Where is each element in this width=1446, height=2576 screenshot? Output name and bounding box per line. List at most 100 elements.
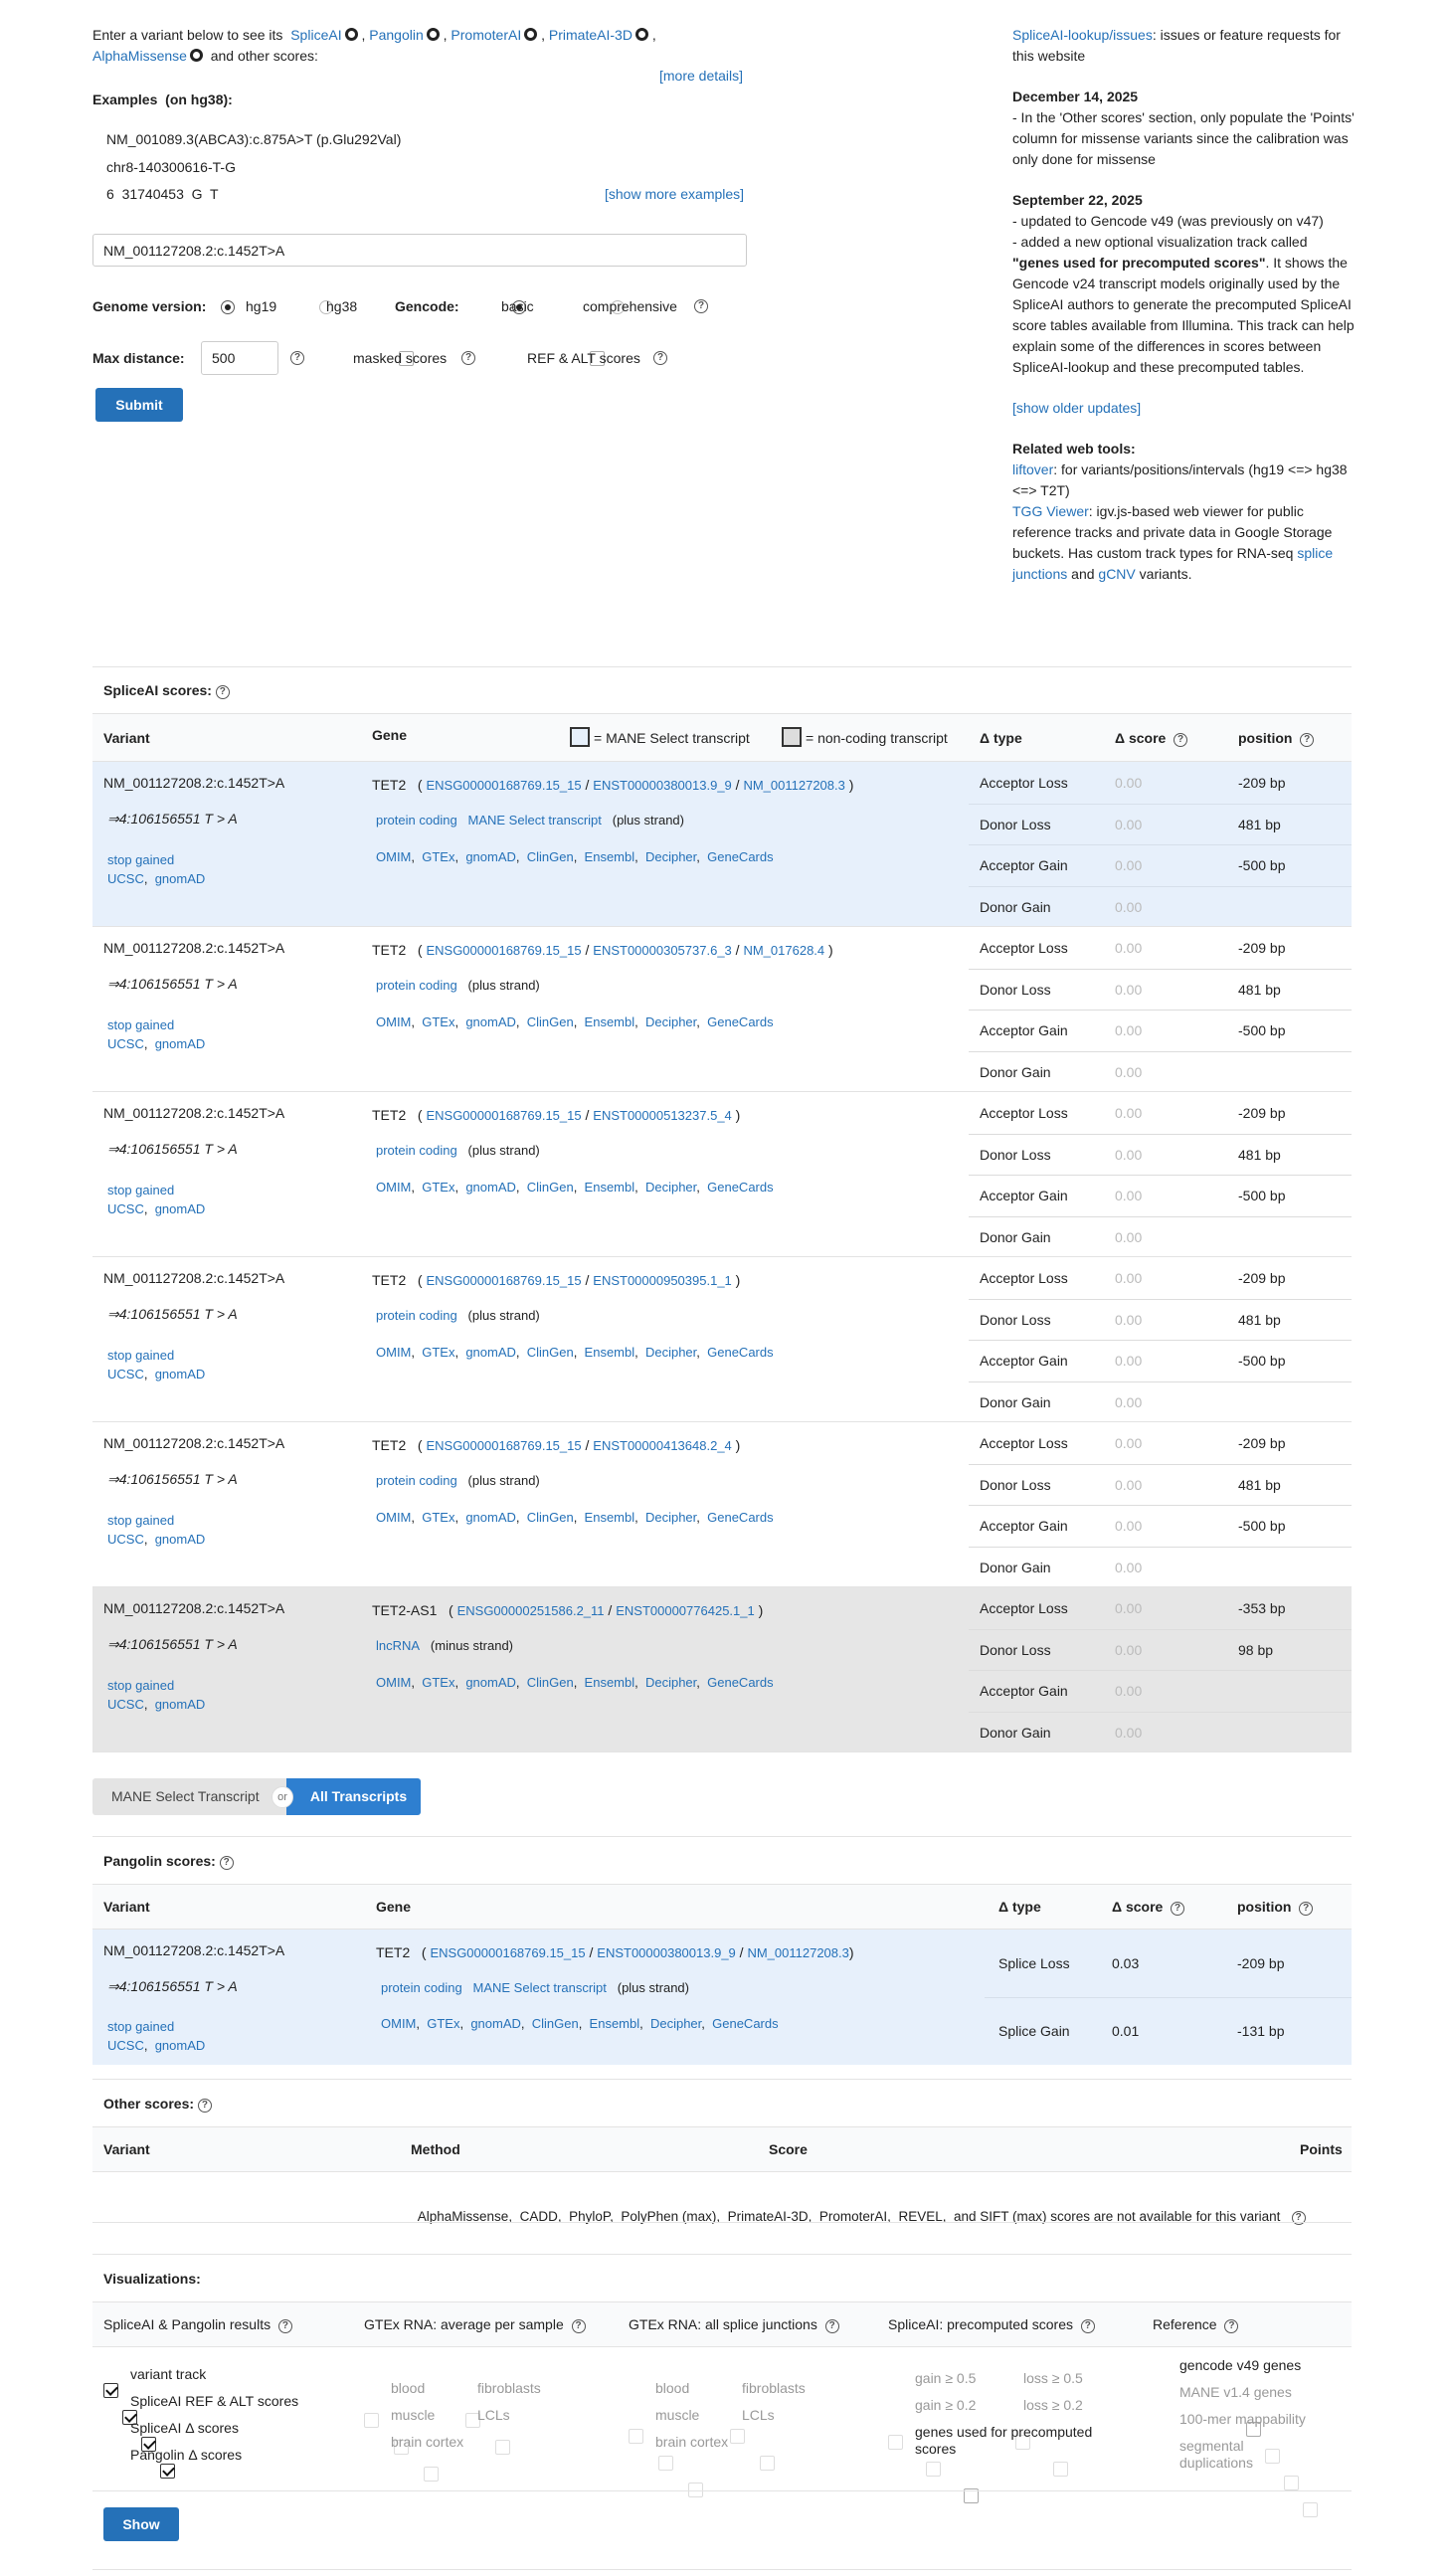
gene-link-clingen[interactable]: ClinGen (532, 2016, 579, 2031)
gene-link-ensembl[interactable]: Ensembl (585, 1014, 635, 1029)
gene-link-clingen[interactable]: ClinGen (527, 1510, 574, 1525)
show-older-updates-link[interactable]: [show older updates] (1012, 400, 1141, 416)
consequence-link[interactable]: stop gained (107, 2019, 174, 2034)
gene-link-clingen[interactable]: ClinGen (527, 849, 574, 864)
gene-link-decipher[interactable]: Decipher (645, 1675, 696, 1690)
ensg-link[interactable]: ENSG00000251586.2_11 (457, 1603, 605, 1618)
gene-link-gtex[interactable]: GTEx (422, 1510, 454, 1525)
help-icon[interactable]: ? (215, 685, 230, 699)
gene-link-decipher[interactable]: Decipher (645, 1014, 696, 1029)
help-icon[interactable]: ? (571, 2319, 586, 2333)
enst-link[interactable]: ENST00000413648.2_4 (593, 1438, 732, 1453)
help-icon[interactable]: ? (824, 2319, 839, 2333)
mane-select-toggle[interactable]: MANE Select Transcript (92, 1778, 286, 1815)
gene-link-clingen[interactable]: ClinGen (527, 1675, 574, 1690)
gene-link-omim[interactable]: OMIM (376, 849, 411, 864)
help-icon[interactable]: ? (219, 1856, 234, 1870)
more-details-link[interactable]: [more details] (659, 68, 743, 84)
help-icon[interactable]: ? (1300, 733, 1315, 747)
help-icon[interactable]: ? (277, 2319, 292, 2333)
ucsc-link[interactable]: UCSC (107, 2038, 144, 2053)
ucsc-link[interactable]: UCSC (107, 1532, 144, 1547)
consequence-link[interactable]: stop gained (107, 1678, 174, 1693)
help-icon[interactable]: ? (1080, 2319, 1095, 2333)
example-item[interactable]: 6 31740453 G T (106, 186, 219, 202)
gene-link-ensembl[interactable]: Ensembl (590, 2016, 640, 2031)
help-icon[interactable]: ? (653, 351, 667, 365)
ucsc-link[interactable]: UCSC (107, 1697, 144, 1712)
pangolin-link[interactable]: Pangolin (369, 27, 424, 43)
gene-link-genecards[interactable]: GeneCards (707, 1675, 773, 1690)
gnomad-link[interactable]: gnomAD (155, 871, 206, 886)
gene-link-clingen[interactable]: ClinGen (527, 1345, 574, 1360)
gene-link-gnomad[interactable]: gnomAD (465, 1180, 516, 1195)
gene-link-clingen[interactable]: ClinGen (527, 1180, 574, 1195)
brain-cortex-checkbox[interactable] (424, 2467, 439, 2482)
gene-link-gtex[interactable]: GTEx (427, 2016, 459, 2031)
tgg-viewer-link[interactable]: TGG Viewer (1012, 503, 1089, 519)
ensg-link[interactable]: ENSG00000168769.15_15 (430, 1945, 585, 1960)
gcnv-link[interactable]: gCNV (1098, 566, 1135, 582)
gene-link-gnomad[interactable]: gnomAD (465, 1014, 516, 1029)
consequence-link[interactable]: stop gained (107, 1513, 174, 1528)
gene-link-omim[interactable]: OMIM (381, 2016, 416, 2031)
gnomad-link[interactable]: gnomAD (155, 1697, 206, 1712)
nm-link[interactable]: NM_001127208.3 (743, 778, 844, 793)
help-icon[interactable]: ? (290, 351, 304, 365)
spliceai-link[interactable]: SpliceAI (290, 27, 341, 43)
gnomad-link[interactable]: gnomAD (155, 1367, 206, 1381)
gene-link-omim[interactable]: OMIM (376, 1510, 411, 1525)
show-button[interactable]: Show (103, 2507, 179, 2541)
liftover-link[interactable]: liftover (1012, 461, 1053, 477)
gene-link-ensembl[interactable]: Ensembl (585, 1675, 635, 1690)
consequence-link[interactable]: stop gained (107, 1017, 174, 1032)
gain-05-checkbox[interactable] (888, 2435, 903, 2450)
gene-link-ensembl[interactable]: Ensembl (585, 1345, 635, 1360)
consequence-link[interactable]: stop gained (107, 852, 174, 867)
all-transcripts-toggle[interactable]: All Transcripts (286, 1778, 421, 1815)
consequence-link[interactable]: stop gained (107, 1348, 174, 1363)
gene-link-gnomad[interactable]: gnomAD (465, 1510, 516, 1525)
enst-link[interactable]: ENST00000950395.1_1 (593, 1273, 732, 1288)
gene-link-decipher[interactable]: Decipher (645, 1510, 696, 1525)
ensg-link[interactable]: ENSG00000168769.15_15 (426, 1108, 581, 1123)
consequence-link[interactable]: stop gained (107, 1183, 174, 1197)
gene-link-omim[interactable]: OMIM (376, 1014, 411, 1029)
promoterai-link[interactable]: PromoterAI (451, 27, 521, 43)
gene-link-clingen[interactable]: ClinGen (527, 1014, 574, 1029)
help-icon[interactable]: ? (197, 2099, 212, 2113)
alphamissense-link[interactable]: AlphaMissense (92, 48, 187, 64)
gnomad-link[interactable]: gnomAD (155, 2038, 206, 2053)
mappability-checkbox[interactable] (1284, 2476, 1300, 2490)
gene-link-genecards[interactable]: GeneCards (707, 1345, 773, 1360)
gene-link-gnomad[interactable]: gnomAD (465, 849, 516, 864)
hg19-radio[interactable] (221, 300, 235, 314)
help-icon[interactable]: ? (461, 351, 475, 365)
LCLs-checkbox[interactable] (495, 2440, 510, 2455)
gene-link-decipher[interactable]: Decipher (645, 849, 696, 864)
gene-link-gtex[interactable]: GTEx (422, 1014, 454, 1029)
variant-track-checkbox[interactable] (103, 2383, 118, 2398)
gene-link-genecards[interactable]: GeneCards (707, 1014, 773, 1029)
gene-link-gnomad[interactable]: gnomAD (465, 1345, 516, 1360)
ensg-link[interactable]: ENSG00000168769.15_15 (426, 1273, 581, 1288)
LCLs-checkbox[interactable] (760, 2456, 775, 2471)
fibroblasts-checkbox[interactable] (730, 2429, 745, 2444)
gene-link-genecards[interactable]: GeneCards (707, 1510, 773, 1525)
gene-link-gtex[interactable]: GTEx (422, 1180, 454, 1195)
ensg-link[interactable]: ENSG00000168769.15_15 (426, 778, 581, 793)
gene-link-gnomad[interactable]: gnomAD (465, 1675, 516, 1690)
gene-link-gtex[interactable]: GTEx (422, 849, 454, 864)
max-distance-input[interactable] (201, 341, 278, 375)
gene-link-ensembl[interactable]: Ensembl (585, 1180, 635, 1195)
enst-link[interactable]: ENST00000380013.9_9 (593, 778, 732, 793)
ensg-link[interactable]: ENSG00000168769.15_15 (426, 1438, 581, 1453)
gene-link-ensembl[interactable]: Ensembl (585, 849, 635, 864)
gene-link-decipher[interactable]: Decipher (650, 2016, 701, 2031)
show-more-examples-link[interactable]: [show more examples] (605, 186, 744, 202)
ucsc-link[interactable]: UCSC (107, 1367, 144, 1381)
segdup-checkbox[interactable] (1303, 2502, 1319, 2517)
ucsc-link[interactable]: UCSC (107, 871, 144, 886)
gnomad-link[interactable]: gnomAD (155, 1532, 206, 1547)
enst-link[interactable]: ENST00000305737.6_3 (593, 943, 732, 958)
